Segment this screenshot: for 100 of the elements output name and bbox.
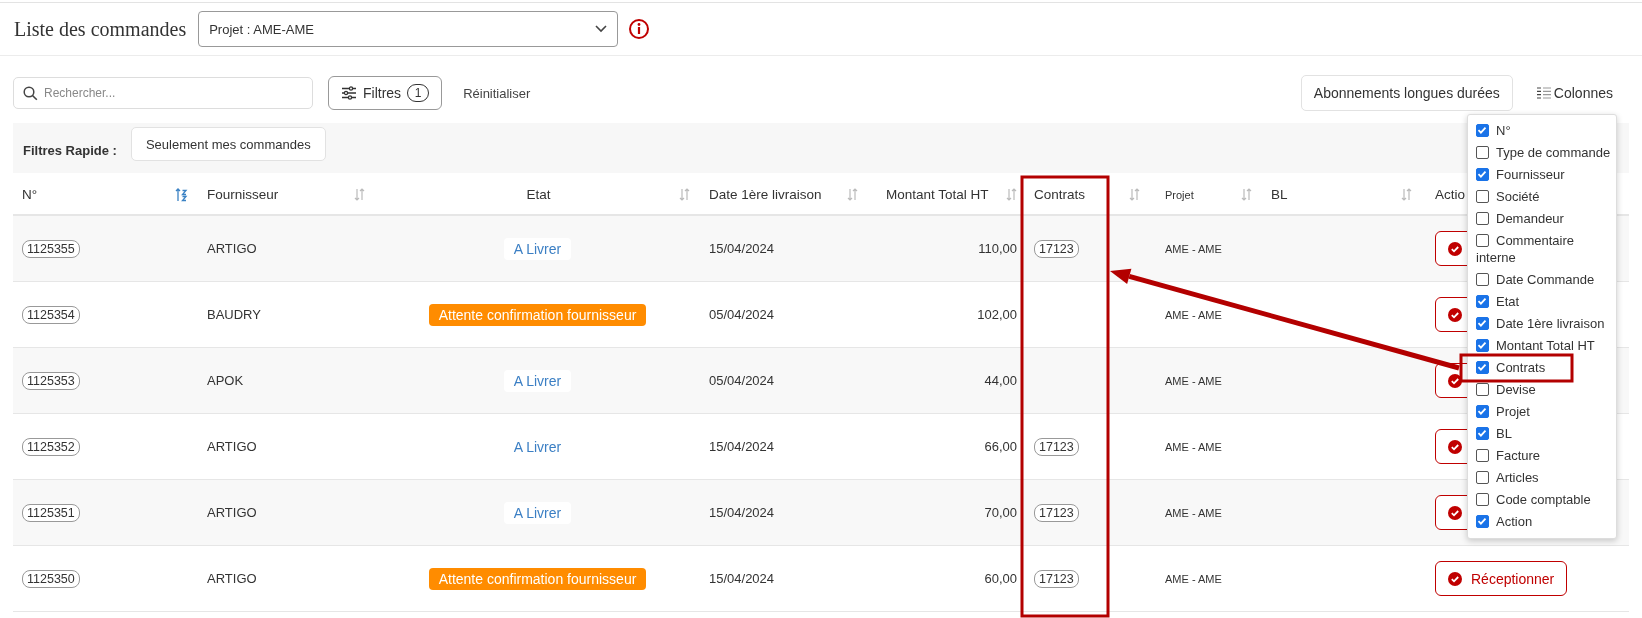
column-option[interactable]: Facture bbox=[1468, 445, 1616, 467]
table-cell-text: 66,00 bbox=[983, 439, 1018, 454]
column-option[interactable]: Société bbox=[1468, 186, 1616, 208]
column-option[interactable]: N° bbox=[1468, 120, 1616, 142]
check-circle-icon bbox=[1448, 373, 1462, 388]
column-header[interactable]: Montant Total HT bbox=[868, 175, 1020, 214]
table-cell-text: 05/04/2024 bbox=[708, 373, 776, 388]
column-option[interactable]: Fournisseur bbox=[1468, 164, 1616, 186]
status-badge: A Livrer bbox=[503, 501, 572, 524]
column-option[interactable]: Articles bbox=[1468, 467, 1616, 489]
column-header[interactable]: Date 1ère livraison bbox=[700, 175, 868, 214]
column-option[interactable]: Type de commande bbox=[1468, 142, 1616, 164]
order-number-tag[interactable]: 1125351 bbox=[22, 503, 80, 522]
column-option[interactable]: Etat bbox=[1468, 291, 1616, 313]
status-badge: Attente confirmation fournisseur bbox=[428, 303, 647, 326]
order-number-tag[interactable]: 1125352 bbox=[22, 437, 80, 456]
project-select[interactable]: Projet : AME-AME bbox=[198, 11, 619, 47]
column-option[interactable]: Montant Total HT bbox=[1468, 335, 1616, 357]
sort-ascending-icon[interactable] bbox=[175, 187, 188, 202]
reset-link[interactable]: Réinitialiser bbox=[463, 85, 531, 101]
filters-button[interactable]: Filtres 1 bbox=[328, 76, 443, 110]
checkbox[interactable] bbox=[1476, 234, 1489, 247]
column-option[interactable]: Contrats bbox=[1468, 357, 1616, 379]
table-cell-text: ARTIGO bbox=[206, 571, 258, 586]
order-number-tag[interactable]: 1125353 bbox=[22, 371, 80, 390]
column-header[interactable]: BL bbox=[1262, 175, 1422, 214]
check-circle-icon bbox=[1448, 241, 1462, 256]
table-cell-text: AME - AME bbox=[1164, 506, 1223, 519]
table-cell-text: ARTIGO bbox=[206, 439, 258, 454]
checkbox[interactable] bbox=[1476, 493, 1489, 506]
status-badge: A Livrer bbox=[503, 369, 572, 392]
column-option[interactable]: Date 1ère livraison bbox=[1468, 313, 1616, 335]
table-cell-text: AME - AME bbox=[1164, 242, 1223, 255]
order-number-tag[interactable]: 1125354 bbox=[22, 305, 80, 324]
table-cell-text: APOK bbox=[206, 373, 245, 388]
checkbox[interactable] bbox=[1476, 405, 1489, 418]
checkbox[interactable] bbox=[1476, 339, 1489, 352]
search-field[interactable]: Rechercher... bbox=[13, 77, 313, 109]
table-cell-text: 70,00 bbox=[983, 505, 1018, 520]
column-option[interactable]: Date Commande bbox=[1468, 269, 1616, 291]
checkbox[interactable] bbox=[1476, 361, 1489, 374]
checkbox[interactable] bbox=[1476, 427, 1489, 440]
checkbox[interactable] bbox=[1476, 383, 1489, 396]
column-option[interactable]: Projet bbox=[1468, 401, 1616, 423]
table-cell-text: AME - AME bbox=[1164, 572, 1223, 585]
contract-tag[interactable]: 17123 bbox=[1034, 503, 1079, 522]
table-cell-text: 15/04/2024 bbox=[708, 439, 776, 454]
column-header[interactable]: N° bbox=[13, 175, 198, 214]
subscriptions-button[interactable]: Abonnements longues durées bbox=[1300, 75, 1513, 111]
column-header[interactable]: Actio bbox=[1422, 175, 1466, 214]
table-cell-text: AME - AME bbox=[1164, 440, 1223, 453]
contract-tag[interactable]: 17123 bbox=[1034, 437, 1079, 456]
quick-filter-button[interactable]: Seulement mes commandes bbox=[130, 127, 326, 161]
checkbox[interactable] bbox=[1476, 212, 1489, 225]
column-header[interactable]: Fournisseur bbox=[198, 175, 375, 214]
order-number-tag[interactable]: 1125355 bbox=[22, 239, 80, 258]
checkbox[interactable] bbox=[1476, 190, 1489, 203]
checkbox[interactable] bbox=[1476, 146, 1489, 159]
chevron-down-icon bbox=[595, 25, 608, 33]
table-cell-text: AME - AME bbox=[1164, 374, 1223, 387]
page-title: Liste des commandes bbox=[14, 17, 187, 41]
column-option[interactable]: Code comptable bbox=[1468, 489, 1616, 511]
status-badge: A Livrer bbox=[503, 237, 572, 260]
column-option[interactable]: BL bbox=[1468, 423, 1616, 445]
column-option[interactable]: Devise bbox=[1468, 379, 1616, 401]
search-icon bbox=[23, 86, 38, 101]
check-circle-icon bbox=[1448, 505, 1462, 520]
columns-button[interactable]: Colonnes bbox=[1536, 85, 1613, 101]
table-cell-text: ARTIGO bbox=[206, 241, 258, 256]
column-header[interactable]: Etat bbox=[375, 175, 700, 214]
receive-button[interactable]: Réceptionner bbox=[1435, 561, 1568, 596]
table-cell-text: BAUDRY bbox=[206, 307, 262, 322]
contract-tag[interactable]: 17123 bbox=[1034, 569, 1079, 588]
columns-icon bbox=[1536, 87, 1551, 99]
checkbox[interactable] bbox=[1476, 317, 1489, 330]
table-cell-text: 44,00 bbox=[983, 373, 1018, 388]
check-circle-icon bbox=[1448, 439, 1462, 454]
table-cell-text: 60,00 bbox=[983, 571, 1018, 586]
checkbox[interactable] bbox=[1476, 273, 1489, 286]
check-circle-icon bbox=[1448, 307, 1462, 322]
checkbox[interactable] bbox=[1476, 124, 1489, 137]
column-header[interactable]: Contrats bbox=[1020, 175, 1150, 214]
table-cell-text: 15/04/2024 bbox=[708, 505, 776, 520]
column-option[interactable]: Commentaire interne bbox=[1468, 230, 1616, 269]
check-circle-icon bbox=[1448, 571, 1462, 586]
checkbox[interactable] bbox=[1476, 168, 1489, 181]
column-option[interactable]: Demandeur bbox=[1468, 208, 1616, 230]
status-badge: Attente confirmation fournisseur bbox=[428, 567, 647, 590]
contract-tag[interactable]: 17123 bbox=[1034, 239, 1079, 258]
order-number-tag[interactable]: 1125350 bbox=[22, 569, 80, 588]
quick-filters-label: Filtres Rapide : bbox=[23, 142, 117, 158]
checkbox[interactable] bbox=[1476, 449, 1489, 462]
column-option[interactable]: Action bbox=[1468, 511, 1616, 533]
table-cell-text: AME - AME bbox=[1164, 308, 1223, 321]
checkbox[interactable] bbox=[1476, 471, 1489, 484]
column-header[interactable]: Projet bbox=[1150, 175, 1262, 214]
info-icon[interactable] bbox=[628, 18, 651, 40]
checkbox[interactable] bbox=[1476, 515, 1489, 528]
table-cell-text: 15/04/2024 bbox=[708, 571, 776, 586]
checkbox[interactable] bbox=[1476, 295, 1489, 308]
